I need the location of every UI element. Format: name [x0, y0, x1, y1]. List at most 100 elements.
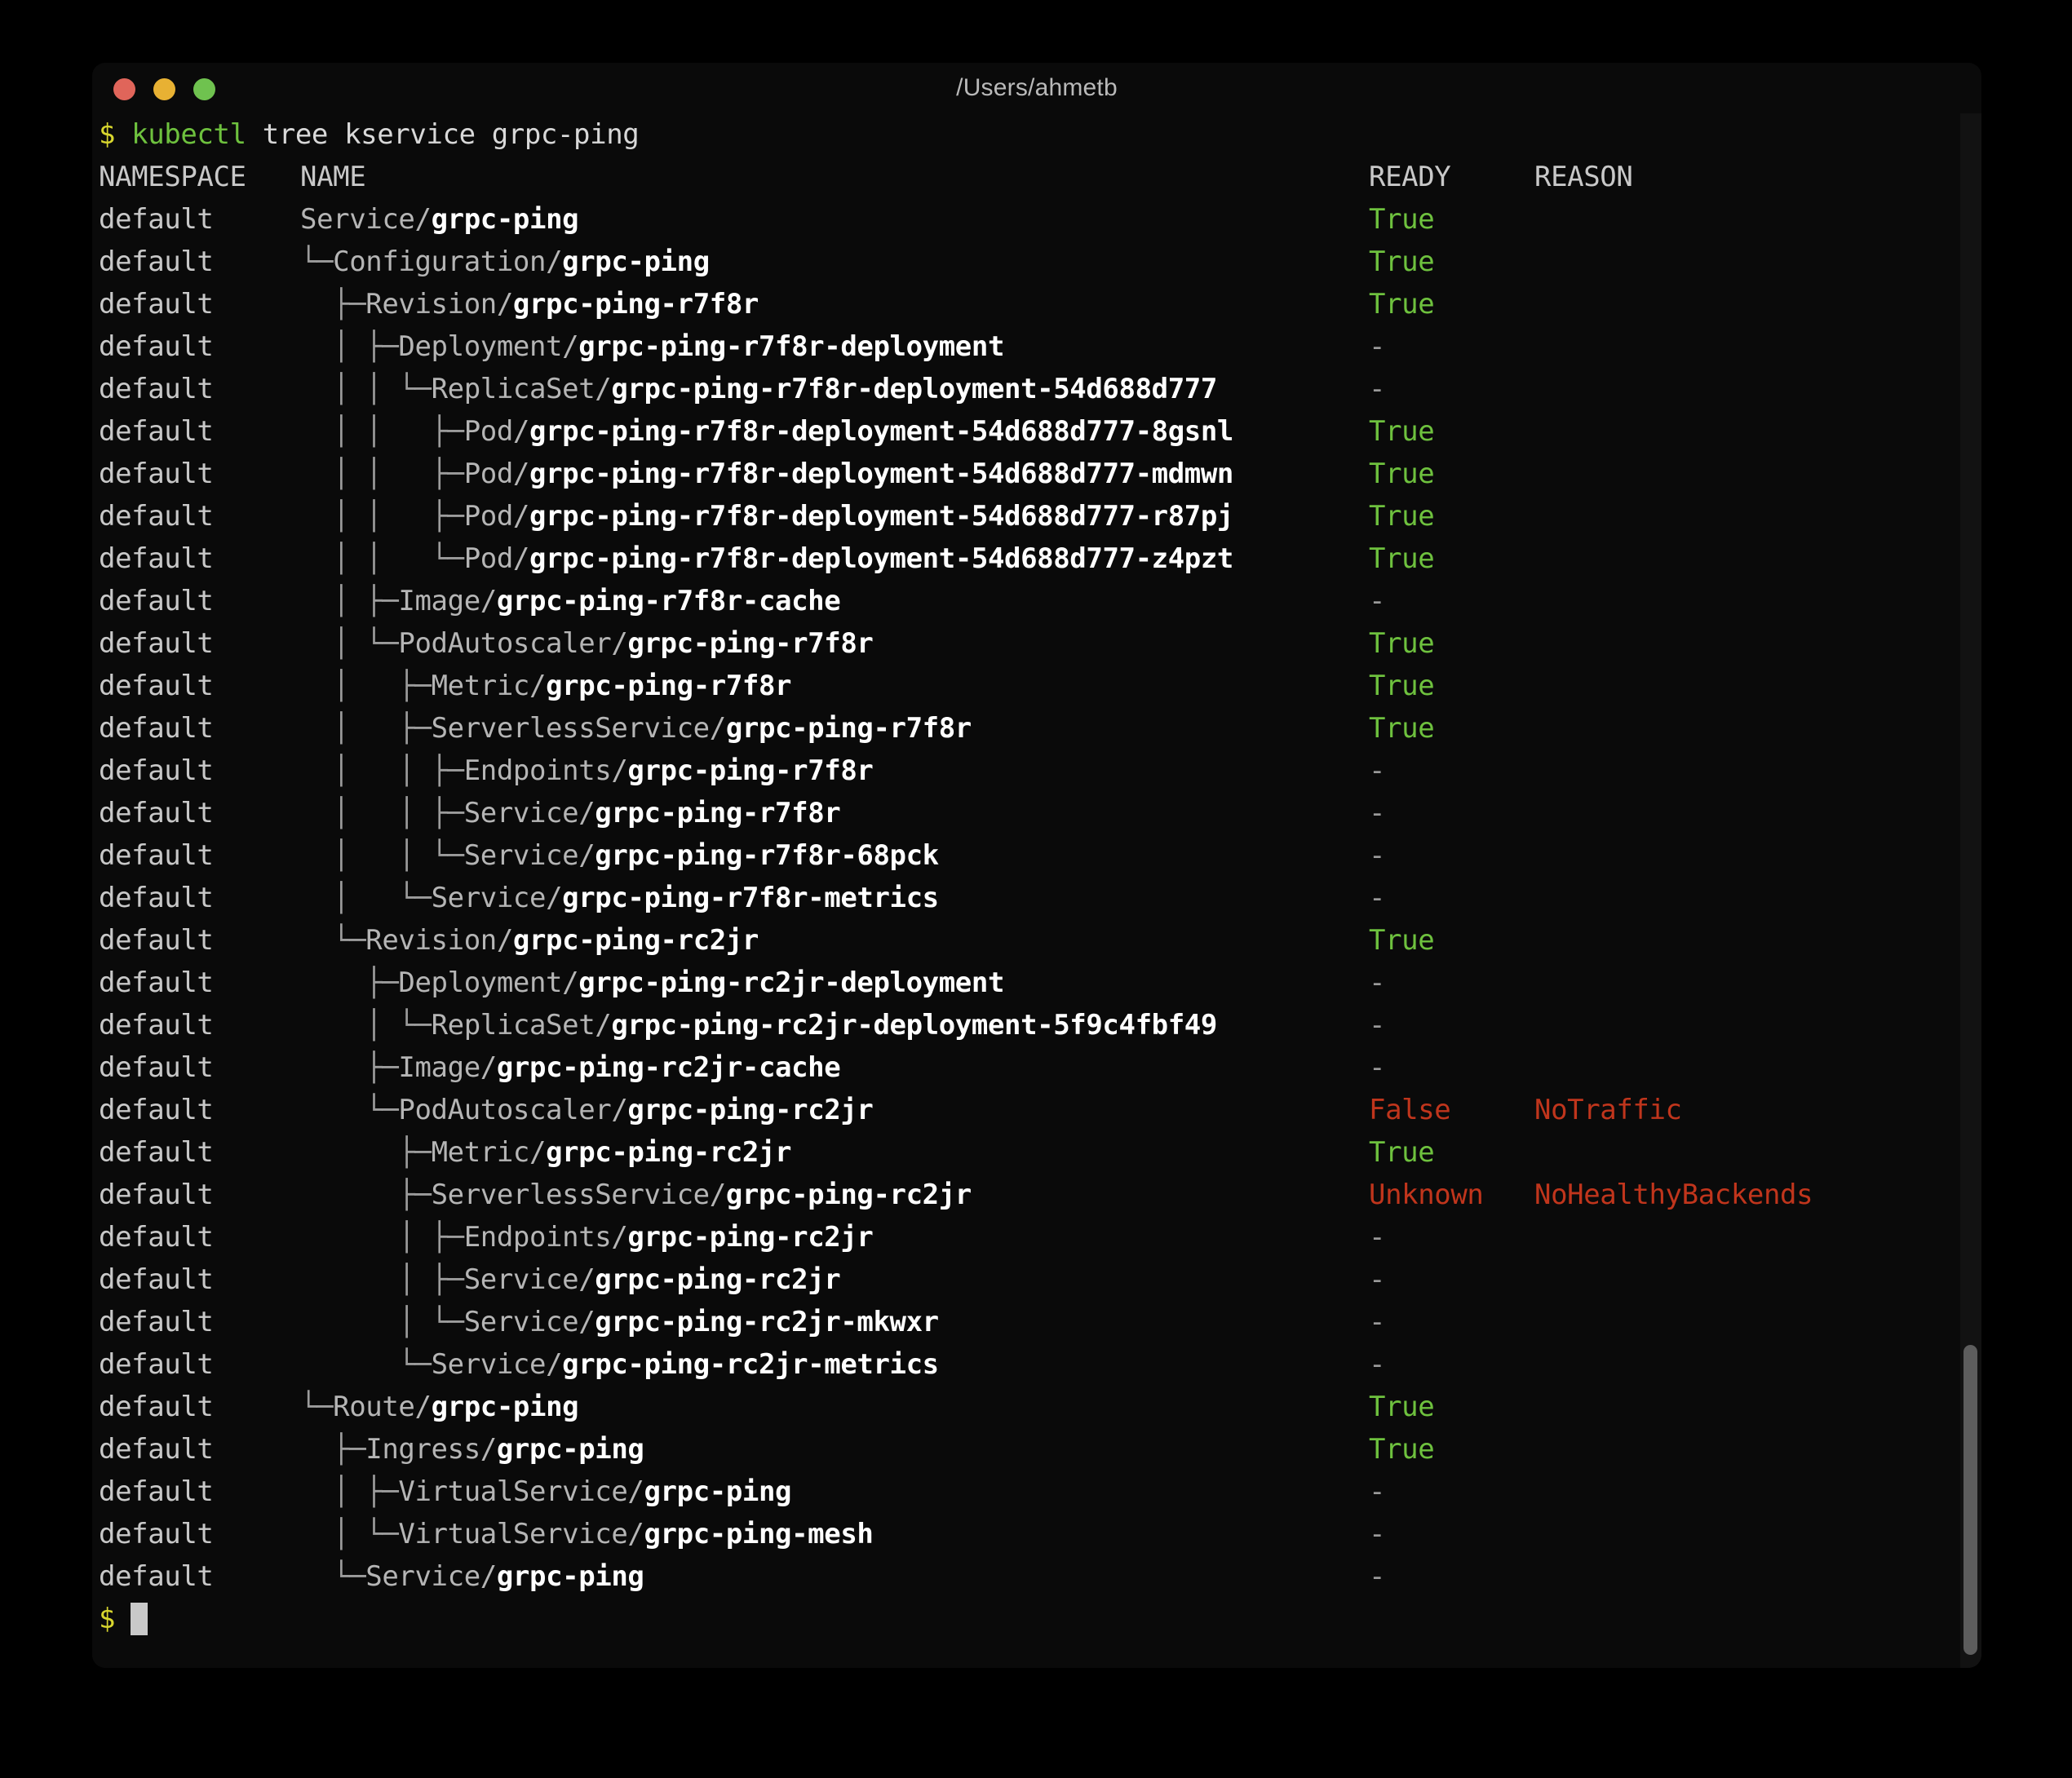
cell-resource-name: └─Revision/grpc-ping-rc2jr — [300, 919, 1369, 962]
resource-object-name: grpc-ping-r7f8r — [546, 670, 791, 702]
tree-branch-glyph: │ │ └─ — [300, 373, 432, 405]
cell-resource-name: ├─Deployment/grpc-ping-rc2jr-deployment — [300, 962, 1369, 1004]
resource-kind: VirtualService — [398, 1475, 627, 1508]
column-header-reason: REASON — [1534, 156, 1981, 198]
cell-resource-name: │ └─Service/grpc-ping-r7f8r-metrics — [300, 877, 1369, 919]
resource-object-name: grpc-ping — [644, 1475, 791, 1508]
cell-namespace: default — [99, 877, 300, 919]
resource-kind: Pod — [464, 542, 513, 575]
tree-branch-glyph: │ │ ├─ — [300, 458, 464, 490]
cell-ready-status: True — [1369, 622, 1534, 665]
table-row: default └─Service/grpc-ping- — [99, 1555, 1981, 1598]
table-row: default└─Configuration/grpc-pingTrue — [99, 241, 1981, 283]
resource-object-name: grpc-ping-rc2jr-cache — [497, 1051, 840, 1084]
tree-branch-glyph: │ ├─ — [300, 1475, 398, 1508]
cell-namespace: default — [99, 1216, 300, 1258]
kind-name-separator: / — [595, 373, 611, 405]
cell-ready-status: - — [1369, 1046, 1534, 1089]
resource-kind: PodAutoscaler — [398, 627, 611, 660]
kind-name-separator: / — [546, 882, 562, 914]
cell-resource-name: ├─Metric/grpc-ping-rc2jr — [300, 1131, 1369, 1174]
cell-namespace: default — [99, 1513, 300, 1555]
cell-resource-name: │ ├─VirtualService/grpc-ping — [300, 1471, 1369, 1513]
tree-branch-glyph: ├─ — [300, 966, 398, 999]
cell-resource-name: │ ├─Service/grpc-ping-rc2jr — [300, 1258, 1369, 1301]
kind-name-separator: / — [611, 754, 627, 787]
cell-resource-name: │ │ ├─Pod/grpc-ping-r7f8r-deployment-54d… — [300, 410, 1369, 453]
cell-resource-name: │ └─PodAutoscaler/grpc-ping-r7f8r — [300, 622, 1369, 665]
table-row: default└─Route/grpc-pingTrue — [99, 1386, 1981, 1428]
resource-object-name: grpc-ping-r7f8r — [726, 712, 972, 745]
cell-ready-status: True — [1369, 410, 1534, 453]
tree-branch-glyph: │ ├─ — [300, 1221, 464, 1254]
cell-resource-name: │ ├─Image/grpc-ping-r7f8r-cache — [300, 580, 1369, 622]
tree-branch-glyph: └─ — [300, 1391, 333, 1423]
tree-branch-glyph: │ └─ — [300, 882, 432, 914]
cell-namespace: default — [99, 537, 300, 580]
cell-ready-status: True — [1369, 537, 1534, 580]
cell-namespace: default — [99, 1471, 300, 1513]
cell-namespace: default — [99, 750, 300, 792]
resource-object-name: grpc-ping-r7f8r-deployment-54d688d777-md… — [529, 458, 1233, 490]
resource-object-name: grpc-ping — [497, 1560, 644, 1593]
tree-branch-glyph: │ └─ — [300, 1306, 464, 1338]
cell-namespace: default — [99, 1343, 300, 1386]
resource-object-name: grpc-ping-r7f8r-cache — [497, 585, 840, 617]
table-rows-container: defaultService/grpc-pingTruedefault└─Con… — [99, 198, 1981, 1598]
resource-kind: Metric — [432, 1136, 529, 1169]
cell-resource-name: │ └─Service/grpc-ping-rc2jr-mkwxr — [300, 1301, 1369, 1343]
bottom-command-prompt[interactable]: $ — [92, 1598, 1981, 1640]
kind-name-separator: / — [513, 458, 529, 490]
cell-ready-status: True — [1369, 453, 1534, 495]
kind-name-separator: / — [529, 1136, 546, 1169]
cell-ready-status: - — [1369, 1301, 1534, 1343]
kind-name-separator: / — [529, 670, 546, 702]
tree-branch-glyph: ├─ — [300, 1136, 432, 1169]
kind-name-separator: / — [497, 288, 513, 321]
kind-name-separator: / — [611, 1094, 627, 1126]
resource-object-name: grpc-ping-rc2jr — [513, 924, 759, 957]
resource-kind: PodAutoscaler — [398, 1094, 611, 1126]
cell-ready-status: True — [1369, 283, 1534, 325]
resource-kind: Pod — [464, 415, 513, 448]
cell-namespace: default — [99, 325, 300, 368]
table-row: default └─Revision/grpc-ping-rc2jrTrue — [99, 919, 1981, 962]
command-arguments: tree kservice grpc-ping — [246, 118, 640, 151]
cell-resource-name: └─Service/grpc-ping — [300, 1555, 1369, 1598]
resource-kind: Image — [398, 585, 480, 617]
tree-branch-glyph: ├─ — [300, 1433, 365, 1466]
resource-object-name: grpc-ping-r7f8r — [595, 797, 840, 829]
cell-ready-status: Unknown — [1369, 1174, 1534, 1216]
resource-kind: Service — [432, 1348, 547, 1381]
table-row: default │ ├─Metric/grpc-ping-r7f8rTrue — [99, 665, 1981, 707]
table-row: default │ ├─ServerlessService/grpc-ping-… — [99, 707, 1981, 750]
window-titlebar: /Users/ahmetb — [92, 63, 1981, 113]
cell-namespace: default — [99, 665, 300, 707]
cell-ready-status: - — [1369, 1471, 1534, 1513]
tree-branch-glyph: │ ├─ — [300, 670, 432, 702]
cell-ready-status: - — [1369, 1555, 1534, 1598]
cell-namespace: default — [99, 1258, 300, 1301]
vertical-scrollbar-thumb[interactable] — [1964, 1345, 1977, 1655]
cell-ready-status: True — [1369, 707, 1534, 750]
resource-object-name: grpc-ping-r7f8r — [627, 627, 873, 660]
cell-namespace: default — [99, 1386, 300, 1428]
kind-name-separator: / — [480, 1433, 497, 1466]
kind-name-separator: / — [513, 542, 529, 575]
table-row: default │ │ └─Pod/grpc-ping-r7f8r-deploy… — [99, 537, 1981, 580]
cell-namespace: default — [99, 707, 300, 750]
terminal-content-area[interactable]: $ kubectl tree kservice grpc-ping NAMESP… — [92, 113, 1981, 1668]
table-row: default │ │ ├─Endpoints/grpc-ping-r7f8r- — [99, 750, 1981, 792]
resource-kind: Metric — [432, 670, 529, 702]
column-header-name: NAME — [300, 156, 1369, 198]
cell-namespace: default — [99, 410, 300, 453]
kind-name-separator: / — [710, 1179, 726, 1211]
tree-branch-glyph: │ │ └─ — [300, 839, 464, 872]
tree-branch-glyph: │ │ ├─ — [300, 797, 464, 829]
resource-kind: Service — [464, 797, 579, 829]
vertical-scrollbar-track[interactable] — [1960, 113, 1981, 1668]
kind-name-separator: / — [415, 1391, 432, 1423]
table-row: default │ ├─VirtualService/grpc-ping- — [99, 1471, 1981, 1513]
cell-ready-status: False — [1369, 1089, 1534, 1131]
tree-branch-glyph: │ │ ├─ — [300, 415, 464, 448]
